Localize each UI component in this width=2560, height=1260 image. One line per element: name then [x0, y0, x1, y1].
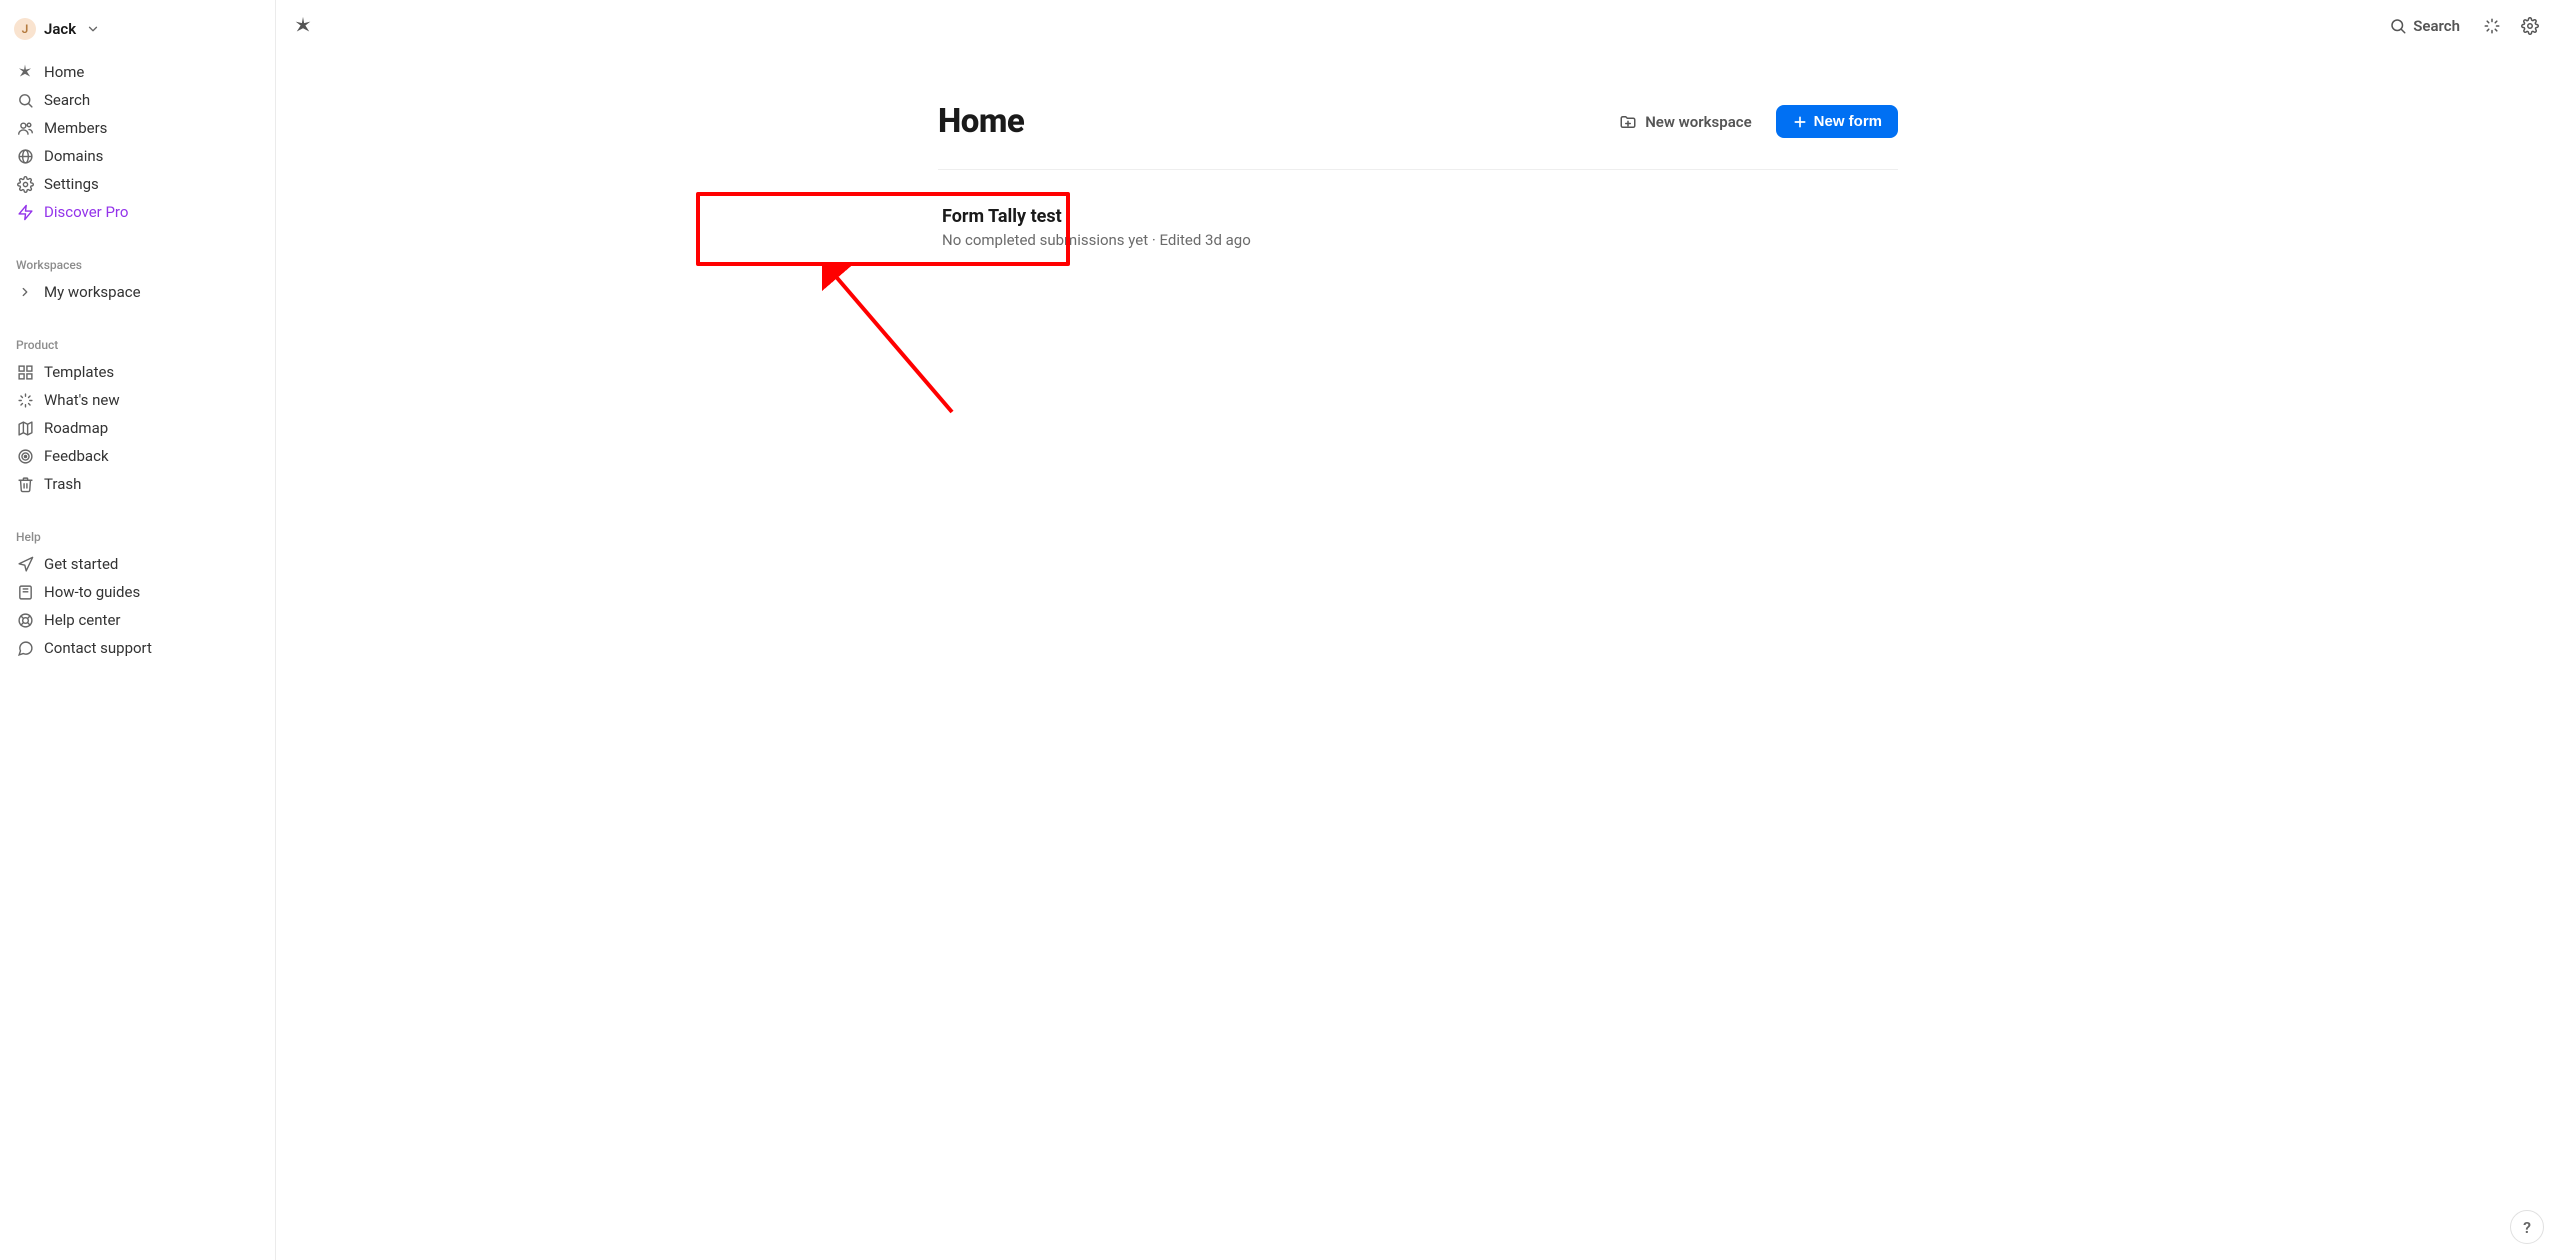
map-icon	[16, 419, 34, 437]
sidebar-item-roadmap[interactable]: Roadmap	[8, 414, 267, 442]
workspaces-heading: Workspaces	[8, 254, 267, 278]
templates-icon	[16, 363, 34, 381]
sidebar-item-label: Feedback	[44, 447, 109, 465]
sidebar-item-label: Home	[44, 63, 84, 81]
main: Search Home New workspace	[276, 0, 2560, 1260]
sidebar-help: Help Get started How-to guides Help cent…	[0, 522, 275, 666]
target-icon	[16, 447, 34, 465]
form-card[interactable]: Form Tally test No completed submissions…	[938, 206, 1898, 249]
sidebar-item-get-started[interactable]: Get started	[8, 550, 267, 578]
sidebar-item-my-workspace[interactable]: My workspace	[8, 278, 267, 306]
sidebar-item-label: Get started	[44, 555, 118, 573]
globe-icon	[16, 147, 34, 165]
sidebar-item-label: Members	[44, 119, 107, 137]
lifebuoy-icon	[16, 611, 34, 629]
sparkles-icon	[16, 391, 34, 409]
gear-icon	[2521, 17, 2539, 35]
book-icon	[16, 583, 34, 601]
chevron-down-icon	[86, 22, 100, 36]
sidebar-item-how-to-guides[interactable]: How-to guides	[8, 578, 267, 606]
search-icon	[16, 91, 34, 109]
sidebar-item-label: Templates	[44, 363, 114, 381]
settings-button[interactable]	[2516, 12, 2544, 40]
sidebar-item-contact-support[interactable]: Contact support	[8, 634, 267, 662]
button-label: New workspace	[1645, 113, 1751, 131]
sidebar-item-home[interactable]: Home	[8, 58, 267, 86]
page-actions: New workspace New form	[1609, 105, 1898, 138]
form-title: Form Tally test	[942, 206, 1894, 227]
sidebar-item-whats-new[interactable]: What's new	[8, 386, 267, 414]
sidebar-item-label: Contact support	[44, 639, 152, 657]
lightning-icon	[16, 203, 34, 221]
sidebar-item-help-center[interactable]: Help center	[8, 606, 267, 634]
sidebar-item-trash[interactable]: Trash	[8, 470, 267, 498]
members-icon	[16, 119, 34, 137]
sidebar-main-nav: Home Search Members Domains Settings	[0, 54, 275, 230]
sidebar-item-label: How-to guides	[44, 583, 140, 601]
sidebar-item-label: Domains	[44, 147, 103, 165]
ai-button[interactable]	[2478, 12, 2506, 40]
navigation-icon	[16, 555, 34, 573]
sidebar-item-templates[interactable]: Templates	[8, 358, 267, 386]
annotation-arrow	[822, 262, 982, 442]
new-workspace-button[interactable]: New workspace	[1609, 107, 1761, 137]
content: Home New workspace New form Form Tally t…	[918, 102, 1918, 249]
chat-icon	[16, 639, 34, 657]
sidebar-item-label: What's new	[44, 391, 120, 409]
sidebar-item-label: My workspace	[44, 283, 141, 301]
page-title: Home	[938, 102, 1024, 141]
sidebar-item-label: Settings	[44, 175, 99, 193]
sidebar-item-discover-pro[interactable]: Discover Pro	[8, 198, 267, 226]
search-button[interactable]: Search	[2381, 13, 2468, 39]
user-menu[interactable]: J Jack	[0, 12, 275, 54]
plus-icon	[1792, 114, 1808, 130]
gear-icon	[16, 175, 34, 193]
trash-icon	[16, 475, 34, 493]
sidebar-workspaces: Workspaces My workspace	[0, 250, 275, 310]
sidebar-item-settings[interactable]: Settings	[8, 170, 267, 198]
button-label: New form	[1814, 113, 1882, 130]
help-icon: ?	[2523, 1218, 2531, 1237]
topbar: Search	[276, 0, 2560, 52]
sidebar-item-label: Discover Pro	[44, 203, 128, 221]
user-name: Jack	[44, 20, 76, 38]
sidebar-item-label: Trash	[44, 475, 81, 493]
new-form-button[interactable]: New form	[1776, 105, 1898, 138]
sparkles-icon	[2483, 17, 2501, 35]
sidebar-item-domains[interactable]: Domains	[8, 142, 267, 170]
chevron-right-icon	[16, 283, 34, 301]
form-meta: No completed submissions yet · Edited 3d…	[942, 231, 1894, 249]
logo-icon	[292, 15, 314, 37]
sidebar-product: Product Templates What's new Roadmap Fee…	[0, 330, 275, 502]
search-label: Search	[2413, 17, 2460, 35]
sidebar-item-label: Help center	[44, 611, 120, 629]
sidebar-item-members[interactable]: Members	[8, 114, 267, 142]
sidebar: J Jack Home Search Members	[0, 0, 276, 1260]
help-fab[interactable]: ?	[2510, 1210, 2544, 1244]
folder-plus-icon	[1619, 113, 1637, 131]
search-icon	[2389, 17, 2407, 35]
asterisk-icon	[16, 63, 34, 81]
sidebar-item-search[interactable]: Search	[8, 86, 267, 114]
product-heading: Product	[8, 334, 267, 358]
sidebar-item-feedback[interactable]: Feedback	[8, 442, 267, 470]
sidebar-item-label: Search	[44, 91, 90, 109]
avatar: J	[14, 18, 36, 40]
page-header: Home New workspace New form	[938, 102, 1898, 170]
help-heading: Help	[8, 526, 267, 550]
sidebar-item-label: Roadmap	[44, 419, 108, 437]
